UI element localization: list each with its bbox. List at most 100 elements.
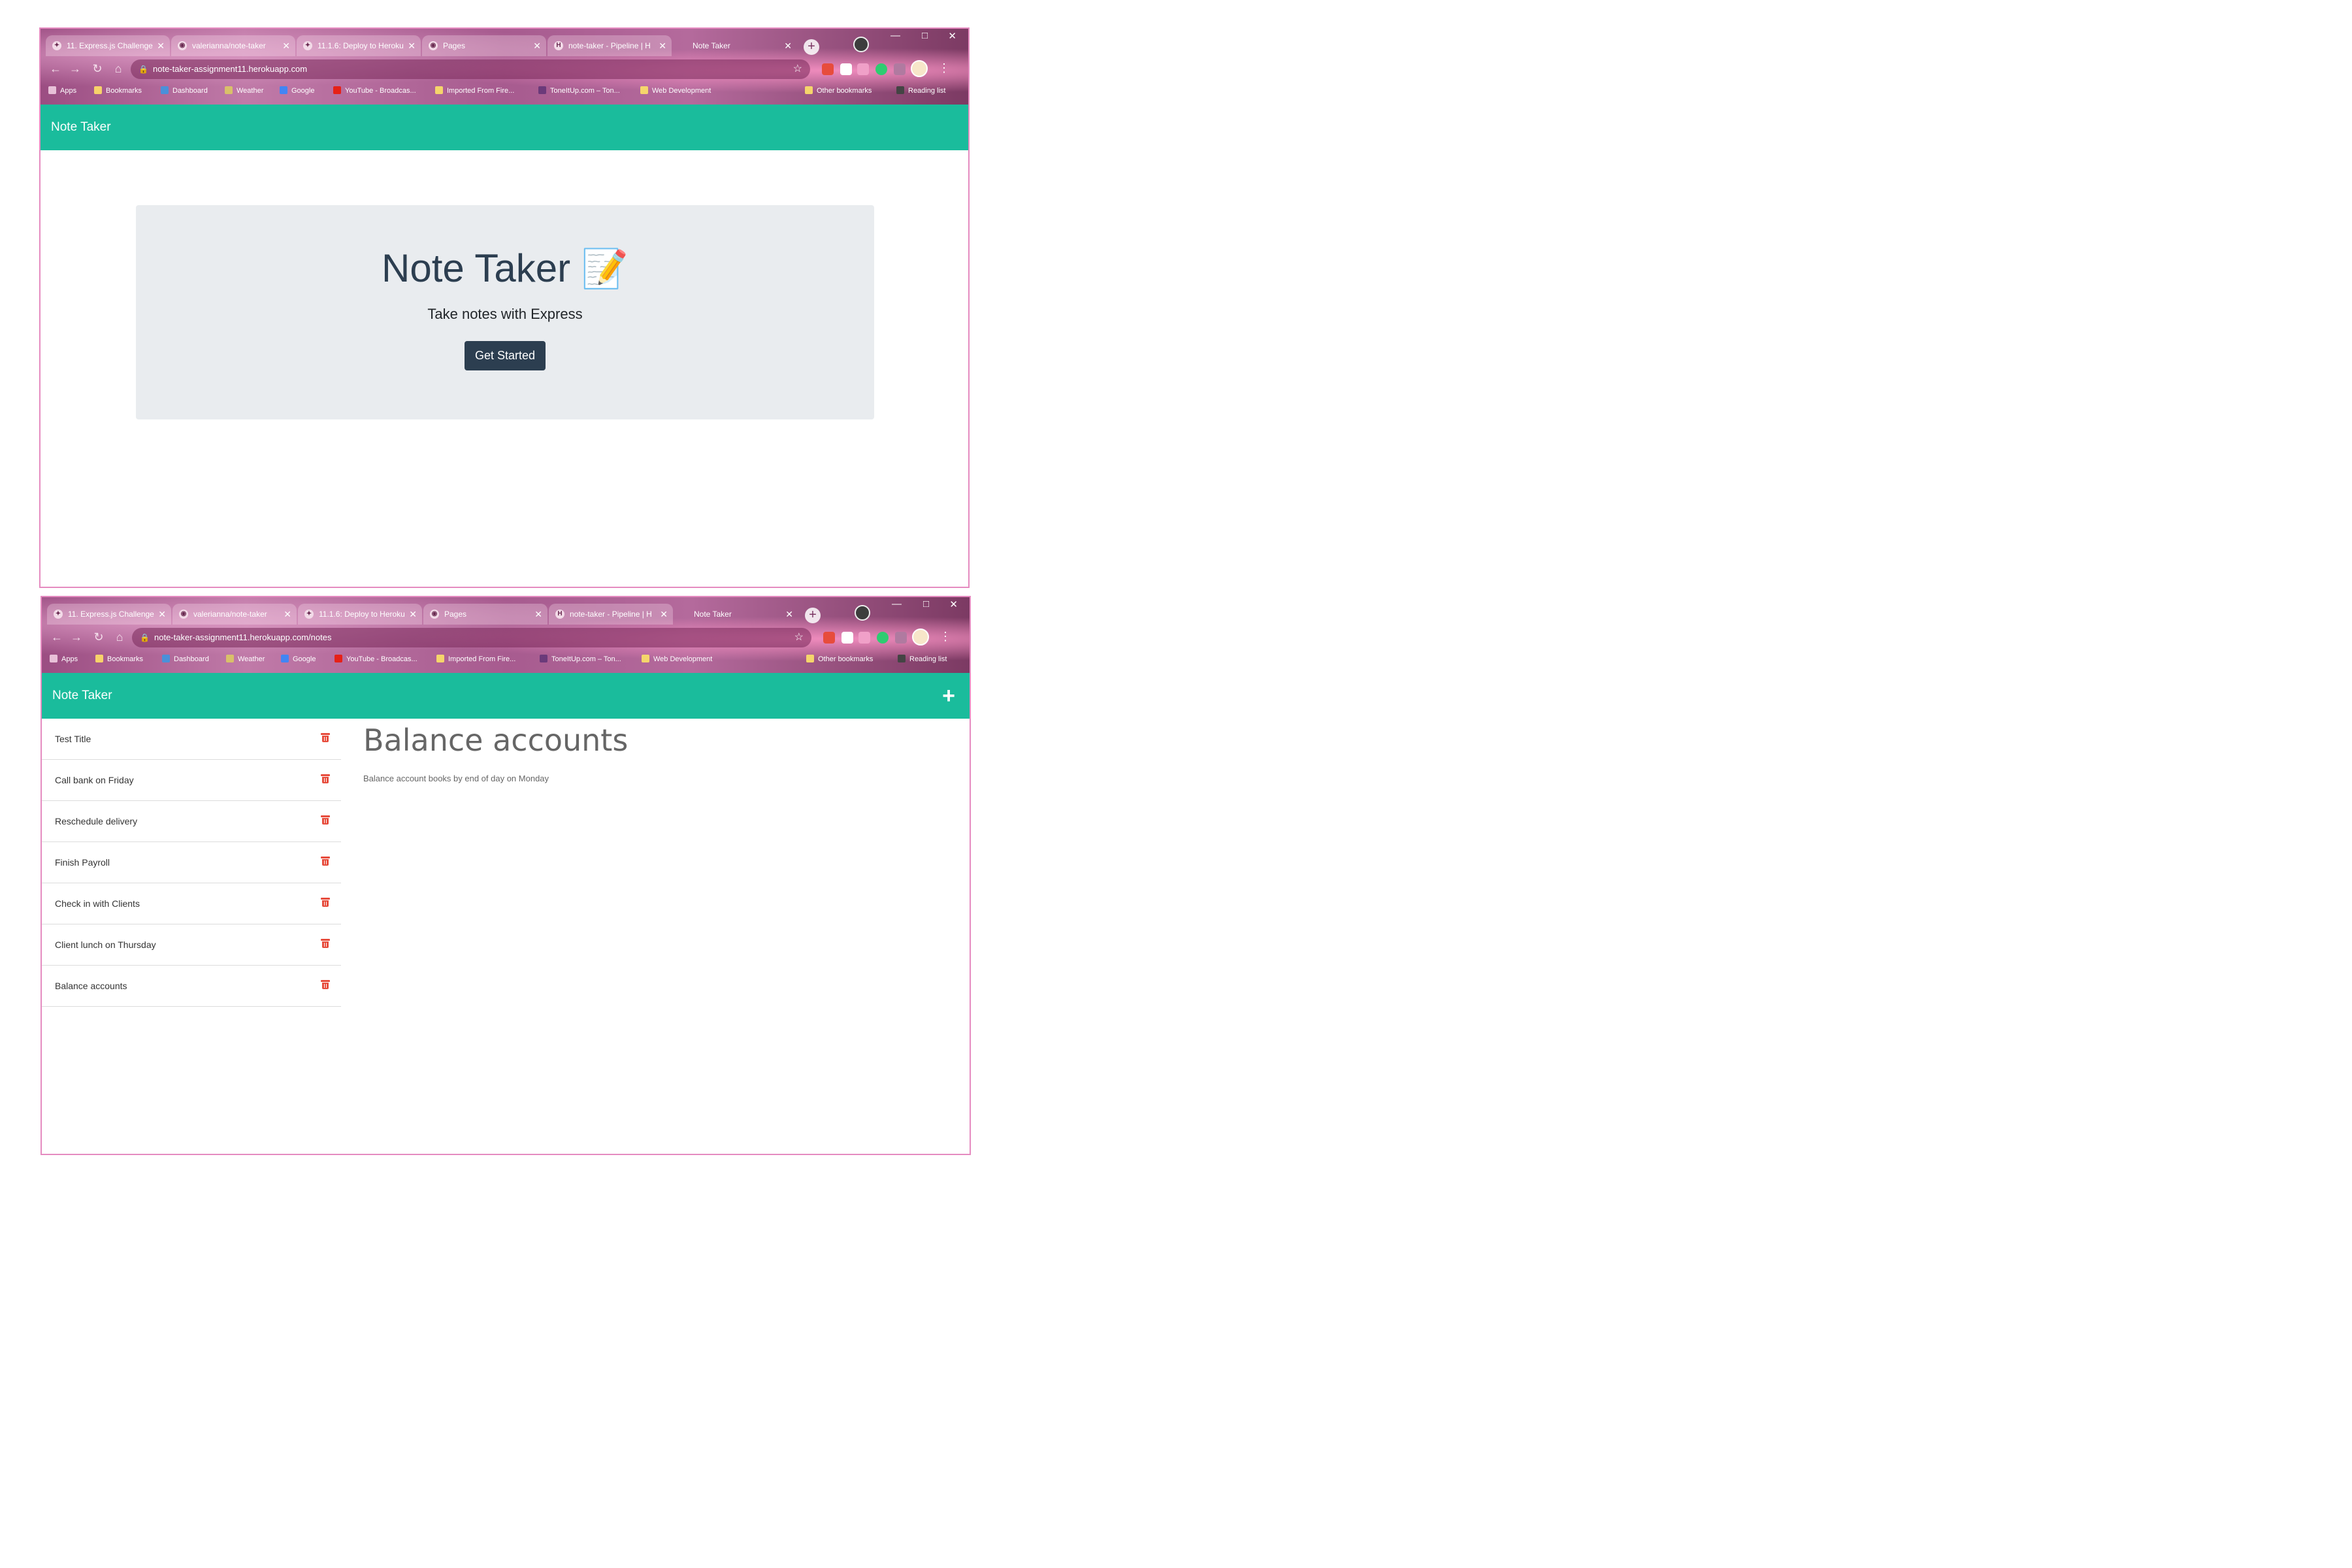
home-icon[interactable]: ⌂ [110, 60, 127, 77]
home-icon[interactable]: ⌂ [111, 629, 128, 645]
bookmark-item[interactable]: Bookmarks [94, 86, 142, 95]
menu-icon[interactable]: ⋮ [939, 630, 951, 644]
bookmark-item[interactable]: Weather [226, 655, 265, 663]
bookmark-item[interactable]: Web Development [642, 655, 712, 663]
bookmark-item[interactable]: Weather [225, 86, 263, 95]
extension-icon[interactable] [841, 632, 853, 644]
bookmark-other[interactable]: Other bookmarks [806, 655, 873, 663]
forward-icon[interactable]: → [68, 629, 85, 645]
close-tab-icon[interactable]: ✕ [534, 604, 542, 625]
close-tab-icon[interactable]: ✕ [282, 35, 290, 56]
restore-icon[interactable]: □ [922, 30, 928, 41]
puzzle-icon[interactable] [895, 632, 907, 644]
bookmark-star-icon[interactable]: ☆ [794, 628, 804, 647]
trash-icon[interactable] [321, 774, 330, 783]
list-item[interactable]: Call bank on Friday [42, 760, 341, 801]
bookmark-apps[interactable]: Apps [50, 655, 78, 663]
list-item[interactable]: Test Title [42, 719, 341, 760]
avatar[interactable] [911, 60, 928, 77]
extension-icon[interactable] [875, 63, 887, 75]
browser-tab[interactable]: ◉ Pages ✕ [423, 604, 547, 625]
bookmark-apps[interactable]: Apps [48, 86, 76, 95]
note-text-area[interactable]: Balance account books by end of day on M… [363, 774, 549, 783]
trash-icon[interactable] [321, 939, 330, 948]
bookmark-star-icon[interactable]: ☆ [793, 59, 802, 79]
close-tab-icon[interactable]: ✕ [784, 35, 792, 56]
bookmark-item[interactable]: YouTube - Broadcas... [333, 86, 416, 95]
minimize-icon[interactable]: — [890, 30, 900, 41]
list-item[interactable]: Reschedule delivery [42, 801, 341, 842]
browser-tab-active[interactable]: Note Taker ✕ [674, 604, 798, 625]
bookmark-item[interactable]: Google [281, 655, 316, 663]
bookmark-reading-list[interactable]: Reading list [898, 655, 947, 663]
close-tab-icon[interactable]: ✕ [533, 35, 541, 56]
trash-icon[interactable] [321, 815, 330, 825]
bookmark-item[interactable]: ToneItUp.com – Ton... [538, 86, 620, 95]
close-tab-icon[interactable]: ✕ [157, 35, 165, 56]
bookmark-item[interactable]: Web Development [640, 86, 711, 95]
bookmark-other[interactable]: Other bookmarks [805, 86, 872, 95]
bookmark-item[interactable]: Google [280, 86, 314, 95]
reload-icon[interactable]: ↻ [90, 629, 107, 645]
forward-icon[interactable]: → [67, 60, 84, 77]
bookmark-item[interactable]: Dashboard [162, 655, 209, 663]
address-bar[interactable]: 🔒 note-taker-assignment11.herokuapp.com … [131, 59, 810, 79]
restore-icon[interactable]: □ [923, 598, 929, 610]
extension-icon[interactable] [840, 63, 852, 75]
bookmark-item[interactable]: Imported From Fire... [436, 655, 515, 663]
window-close-icon[interactable]: ✕ [948, 30, 956, 42]
browser-tab[interactable]: ✦ 11.1.6: Deploy to Heroku ✕ [298, 604, 422, 625]
profile-badge-icon[interactable] [853, 37, 869, 52]
browser-tab[interactable]: ✦ 11. Express.js Challenge ✕ [46, 35, 170, 56]
list-item[interactable]: Balance accounts [42, 966, 341, 1007]
new-tab-button[interactable]: + [805, 608, 821, 623]
bookmark-item[interactable]: YouTube - Broadcas... [335, 655, 417, 663]
list-item[interactable]: Finish Payroll [42, 842, 341, 883]
menu-icon[interactable]: ⋮ [938, 61, 950, 75]
navbar-brand[interactable]: Note Taker [51, 105, 111, 150]
extension-icon[interactable] [857, 63, 869, 75]
note-title-input[interactable]: Balance accounts [363, 723, 628, 758]
close-tab-icon[interactable]: ✕ [660, 604, 668, 625]
extension-icon[interactable] [877, 632, 889, 644]
bookmark-item[interactable]: Imported From Fire... [435, 86, 514, 95]
back-icon[interactable]: ← [47, 60, 64, 77]
trash-icon[interactable] [321, 857, 330, 866]
close-tab-icon[interactable]: ✕ [158, 604, 166, 625]
close-tab-icon[interactable]: ✕ [284, 604, 291, 625]
extension-icon[interactable] [822, 63, 834, 75]
browser-tab[interactable]: ✦ 11. Express.js Challenge ✕ [47, 604, 171, 625]
window-close-icon[interactable]: ✕ [949, 598, 958, 610]
get-started-button[interactable]: Get Started [464, 341, 546, 370]
bookmark-item[interactable]: Dashboard [161, 86, 208, 95]
close-tab-icon[interactable]: ✕ [409, 604, 417, 625]
list-item[interactable]: Client lunch on Thursday [42, 924, 341, 966]
trash-icon[interactable] [321, 733, 330, 742]
new-tab-button[interactable]: + [804, 39, 819, 55]
close-tab-icon[interactable]: ✕ [785, 604, 793, 625]
close-tab-icon[interactable]: ✕ [408, 35, 416, 56]
profile-badge-icon[interactable] [855, 605, 870, 621]
minimize-icon[interactable]: — [892, 598, 902, 610]
trash-icon[interactable] [321, 980, 330, 989]
back-icon[interactable]: ← [48, 629, 65, 645]
browser-tab-active[interactable]: Note Taker ✕ [673, 35, 797, 56]
puzzle-icon[interactable] [894, 63, 906, 75]
plus-icon[interactable]: + [942, 673, 955, 719]
trash-icon[interactable] [321, 898, 330, 907]
extension-icon[interactable] [823, 632, 835, 644]
browser-tab[interactable]: ◉ valerianna/note-taker ✕ [171, 35, 295, 56]
close-tab-icon[interactable]: ✕ [659, 35, 666, 56]
browser-tab[interactable]: ◉ valerianna/note-taker ✕ [172, 604, 297, 625]
browser-tab[interactable]: H note-taker - Pipeline | H ✕ [549, 604, 673, 625]
browser-tab[interactable]: ◉ Pages ✕ [422, 35, 546, 56]
avatar[interactable] [912, 629, 929, 645]
navbar-brand[interactable]: Note Taker [52, 673, 112, 719]
bookmark-reading-list[interactable]: Reading list [896, 86, 945, 95]
extension-icon[interactable] [858, 632, 870, 644]
browser-tab[interactable]: ✦ 11.1.6: Deploy to Heroku ✕ [297, 35, 421, 56]
address-bar[interactable]: 🔒 note-taker-assignment11.herokuapp.com/… [132, 628, 811, 647]
list-item[interactable]: Check in with Clients [42, 883, 341, 924]
browser-tab[interactable]: H note-taker - Pipeline | H ✕ [547, 35, 672, 56]
bookmark-item[interactable]: ToneItUp.com – Ton... [540, 655, 621, 663]
